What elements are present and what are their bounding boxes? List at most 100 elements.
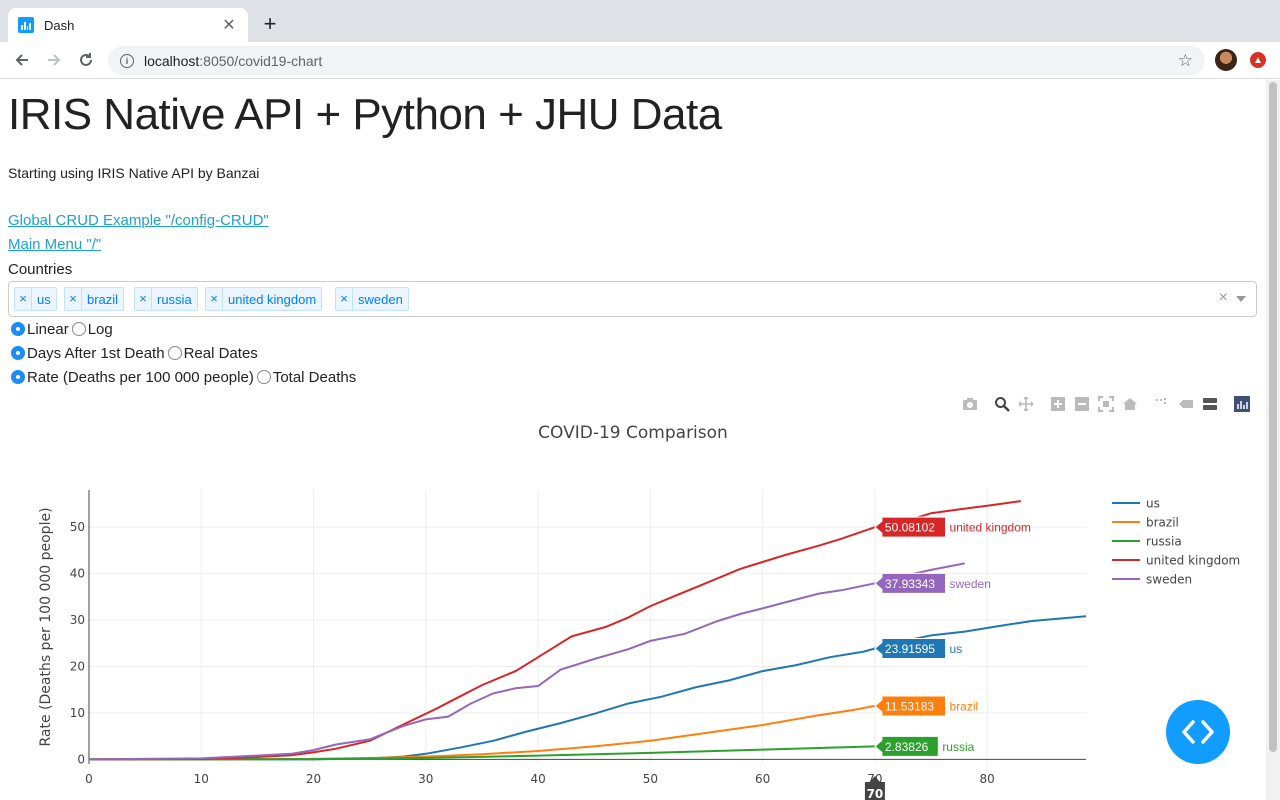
zoom-icon[interactable] — [994, 396, 1010, 412]
series-line-united-kingdom — [88, 500, 1022, 761]
legend-entry[interactable]: sweden — [1146, 573, 1192, 587]
radio-label[interactable]: Rate (Deaths per 100 000 people) — [27, 369, 254, 386]
radio-total-deaths[interactable] — [256, 370, 271, 384]
hover-series-name: sweden — [950, 577, 991, 591]
plotly-logo-icon[interactable] — [1234, 396, 1250, 412]
remove-chip-icon[interactable]: × — [206, 288, 223, 310]
x-tick-label: 20 — [306, 772, 321, 786]
chart-title: COVID-19 Comparison — [538, 423, 728, 443]
xaxis-radio-group: Days After 1st Death Real Dates — [8, 343, 258, 363]
chevron-down-icon[interactable] — [1236, 296, 1246, 302]
country-chip-sweden: × sweden — [335, 287, 409, 311]
legend-entry[interactable]: us — [1146, 497, 1160, 511]
remove-chip-icon[interactable]: × — [65, 288, 82, 310]
zoom-out-icon[interactable] — [1074, 396, 1090, 412]
radio-real-dates[interactable] — [167, 346, 182, 360]
series-line-sweden — [88, 562, 965, 761]
radio-label[interactable]: Log — [88, 321, 113, 338]
x-tick-label: 0 — [85, 772, 93, 786]
x-tick-label: 30 — [418, 772, 433, 786]
legend-entry[interactable]: brazil — [1146, 516, 1179, 530]
x-tick-label: 50 — [643, 772, 658, 786]
series-line-brazil — [89, 704, 876, 761]
x-tick-label: 60 — [755, 772, 770, 786]
country-chip-brazil: × brazil — [64, 287, 125, 311]
new-tab-icon[interactable]: + — [258, 12, 282, 36]
chip-label: russia — [157, 291, 192, 307]
chip-label: us — [37, 291, 51, 307]
scale-radio-group: Linear Log — [8, 319, 113, 339]
legend-entry[interactable]: russia — [1146, 535, 1182, 549]
hover-closest-icon[interactable] — [1178, 396, 1194, 412]
url-host: localhost — [144, 52, 200, 69]
main-menu-link[interactable]: Main Menu "/" — [8, 236, 101, 253]
country-chip-russia: × russia — [134, 287, 198, 311]
clear-all-icon[interactable]: × — [1219, 289, 1228, 307]
metric-radio-group: Rate (Deaths per 100 000 people) Total D… — [8, 367, 356, 387]
scrollbar-thumb[interactable] — [1269, 82, 1277, 752]
hover-compare-icon[interactable] — [1202, 396, 1218, 412]
radio-rate[interactable] — [11, 370, 25, 384]
radio-label[interactable]: Linear — [27, 321, 69, 338]
chip-label: brazil — [87, 291, 119, 307]
browser-tab[interactable]: Dash ✕ — [8, 8, 248, 42]
x-tick-label: 40 — [530, 772, 545, 786]
close-tab-icon[interactable]: ✕ — [220, 15, 238, 35]
country-chip-united-kingdom: × united kingdom — [205, 287, 323, 311]
radio-days-after-death[interactable] — [11, 346, 25, 360]
hover-value: 23.91595 — [885, 642, 935, 656]
hover-value: 2.83826 — [885, 740, 929, 754]
x-tick-label: 80 — [980, 772, 995, 786]
code-brackets-icon — [1182, 720, 1214, 744]
remove-chip-icon[interactable]: × — [15, 288, 32, 310]
pan-icon[interactable] — [1018, 396, 1034, 412]
remove-chip-icon[interactable]: × — [336, 288, 353, 310]
chip-label: united kingdom — [228, 291, 317, 307]
hover-value: 11.53183 — [885, 699, 934, 713]
y-tick-label: 10 — [70, 706, 85, 720]
dash-devtools-button[interactable] — [1166, 700, 1230, 764]
hover-series-name: us — [950, 642, 963, 656]
hover-series-name: russia — [942, 740, 974, 754]
countries-multiselect[interactable]: × us × brazil × russia × united kingdom × swe… — [8, 281, 1257, 317]
hover-series-name: united kingdom — [950, 521, 1031, 535]
radio-linear[interactable] — [11, 322, 25, 336]
radio-label[interactable]: Days After 1st Death — [27, 345, 165, 362]
radio-label[interactable]: Real Dates — [184, 345, 258, 362]
back-icon[interactable] — [10, 48, 34, 72]
dash-favicon-icon — [18, 17, 34, 33]
extension-icon[interactable]: ▲ — [1250, 52, 1266, 68]
countries-label: Countries — [8, 261, 73, 278]
reload-icon[interactable] — [74, 48, 98, 72]
x-tick-label: 10 — [194, 772, 209, 786]
x-hover-label: 70 — [867, 787, 884, 800]
y-tick-label: 20 — [70, 659, 85, 673]
covid-line-chart[interactable]: 0 10 20 30 40 50 60 70 80 0 10 20 30 40 50 Rate (Deaths… — [0, 460, 1266, 800]
url-path: :8050/covid19-chart — [199, 52, 323, 69]
y-axis-label: Rate (Deaths per 100 000 people) — [38, 507, 54, 746]
autoscale-icon[interactable] — [1098, 396, 1114, 412]
forward-icon[interactable] — [42, 48, 66, 72]
y-tick-label: 30 — [70, 613, 85, 627]
tab-title: Dash — [44, 17, 75, 33]
profile-avatar[interactable] — [1215, 49, 1237, 71]
page-subtitle: Starting using IRIS Native API by Banzai — [8, 165, 260, 181]
chip-label: sweden — [358, 291, 403, 307]
spike-lines-icon[interactable] — [1154, 396, 1170, 412]
y-tick-label: 40 — [70, 567, 85, 581]
global-crud-link[interactable]: Global CRUD Example "/config-CRUD" — [8, 212, 269, 229]
address-bar[interactable]: i localhost:8050/covid19-chart ☆ — [108, 46, 1205, 75]
reset-axes-icon[interactable] — [1122, 396, 1138, 412]
camera-icon[interactable] — [962, 396, 978, 412]
radio-log[interactable] — [71, 322, 86, 336]
bookmark-star-icon[interactable]: ☆ — [1178, 51, 1193, 71]
remove-chip-icon[interactable]: × — [135, 288, 152, 310]
radio-label[interactable]: Total Deaths — [273, 369, 356, 386]
zoom-in-icon[interactable] — [1050, 396, 1066, 412]
legend-entry[interactable]: united kingdom — [1146, 554, 1240, 568]
y-tick-label: 50 — [70, 520, 85, 534]
info-icon[interactable]: i — [120, 53, 134, 68]
hover-series-name: brazil — [950, 699, 979, 713]
browser-toolbar: i localhost:8050/covid19-chart ☆ — [0, 42, 1280, 79]
hover-value: 50.08102 — [885, 521, 935, 535]
